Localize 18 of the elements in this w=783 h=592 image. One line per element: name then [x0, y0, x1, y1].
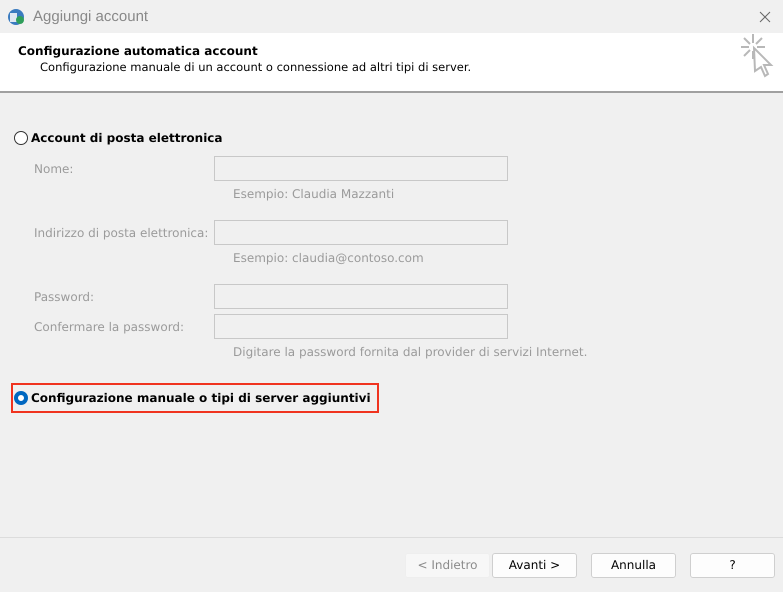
- radio-button[interactable]: [14, 131, 28, 145]
- app-icon: [7, 8, 25, 26]
- dialog-button[interactable]: Annulla: [591, 552, 676, 578]
- field-label: Password:: [34, 290, 96, 304]
- field-label: Nome:: [34, 162, 74, 176]
- dialog-button[interactable]: Avanti >: [492, 552, 577, 578]
- field-label: Indirizzo di posta elettronica:: [34, 226, 210, 240]
- window-title: Aggiungi account: [33, 8, 150, 25]
- radio-label[interactable]: Account di posta elettronica: [31, 131, 223, 145]
- field-label: Confermare la password:: [34, 320, 186, 334]
- close-icon[interactable]: [759, 10, 771, 22]
- field-hint: Digitare la password fornita dal provider di servizi Internet.: [233, 345, 588, 359]
- radio-button[interactable]: [14, 391, 28, 405]
- field-hint: Esempio: claudia@contoso.com: [233, 251, 425, 265]
- header-title: Configurazione automatica account: [18, 44, 259, 58]
- field-hint: Esempio: Claudia Mazzanti: [233, 187, 396, 201]
- header-subtitle: Configurazione manuale di un account o connessione ad altri tipi di server.: [39, 60, 472, 74]
- dialog-button[interactable]: ?: [690, 552, 775, 578]
